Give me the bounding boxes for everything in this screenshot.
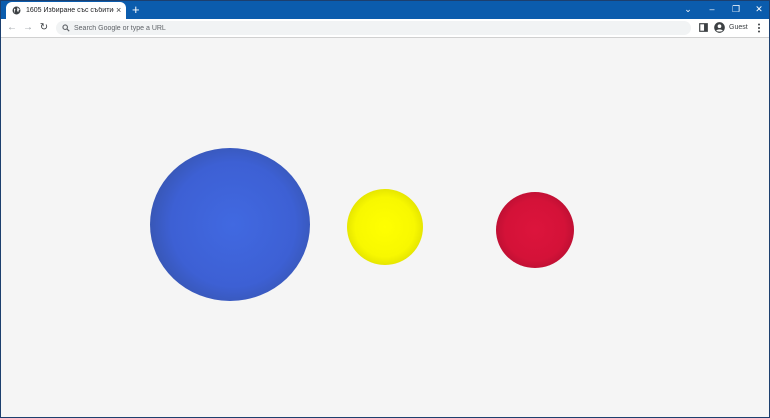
- page-content: [1, 38, 769, 417]
- blue-ball[interactable]: [150, 148, 310, 301]
- side-panel-icon[interactable]: [699, 23, 708, 32]
- browser-window: 1605 Избиране със събитие.html × + ⌄ – ❐…: [0, 0, 770, 418]
- kebab-menu-icon[interactable]: [756, 23, 762, 33]
- tab-title: 1605 Избиране със събитие.html: [26, 7, 114, 14]
- profile-label: Guest: [729, 24, 748, 31]
- avatar-icon: [714, 22, 725, 33]
- tab-active[interactable]: 1605 Избиране със събитие.html ×: [6, 2, 126, 19]
- back-button[interactable]: ←: [6, 22, 18, 34]
- red-ball[interactable]: [496, 192, 574, 268]
- address-input[interactable]: [74, 24, 634, 32]
- new-tab-button[interactable]: +: [132, 3, 140, 16]
- search-icon: [62, 24, 70, 32]
- reload-button[interactable]: ↻: [38, 22, 50, 34]
- forward-button[interactable]: →: [22, 22, 34, 34]
- tab-search-button[interactable]: ⌄: [682, 4, 694, 14]
- title-bar: 1605 Избиране със събитие.html × + ⌄ – ❐…: [1, 1, 769, 19]
- close-window-button[interactable]: ✕: [753, 4, 765, 14]
- minimize-button[interactable]: –: [706, 4, 718, 14]
- tab-close-button[interactable]: ×: [116, 6, 121, 15]
- restore-button[interactable]: ❐: [730, 4, 742, 14]
- toolbar: ← → ↻ Guest: [1, 19, 769, 38]
- yellow-ball[interactable]: [347, 189, 423, 265]
- profile-button[interactable]: Guest: [714, 22, 748, 33]
- address-bar[interactable]: [56, 21, 691, 35]
- globe-icon: [12, 6, 21, 15]
